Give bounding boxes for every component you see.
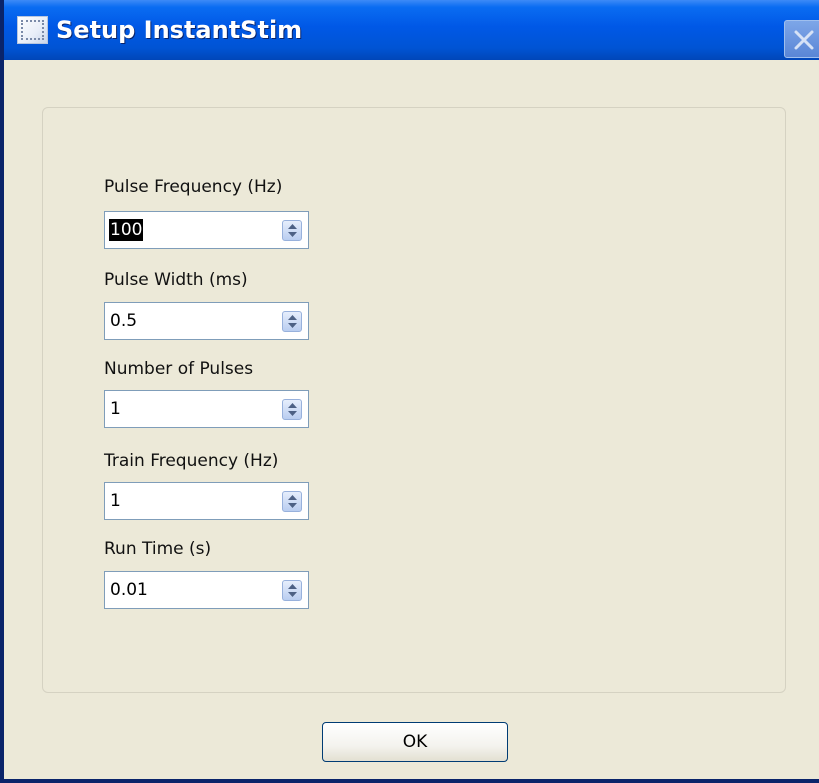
window-title: Setup InstantStim: [56, 16, 303, 44]
dialog-window: Setup InstantStim Pulse Frequency (Hz) 1…: [0, 0, 819, 783]
pulse-width-label: Pulse Width (ms): [104, 270, 248, 290]
run-time-value[interactable]: 0.01: [110, 572, 148, 608]
up-down-arrows-icon: [288, 584, 297, 597]
up-down-arrows-icon: [288, 495, 297, 508]
close-icon: [794, 30, 814, 50]
number-of-pulses-spinbox[interactable]: 1: [104, 390, 309, 428]
run-time-stepper[interactable]: [282, 580, 302, 601]
pulse-width-stepper[interactable]: [282, 311, 302, 332]
pulse-frequency-spinbox[interactable]: 100: [104, 211, 309, 249]
number-of-pulses-label: Number of Pulses: [104, 359, 254, 379]
up-down-arrows-icon: [288, 315, 297, 328]
app-window-icon: [17, 16, 48, 44]
train-frequency-spinbox[interactable]: 1: [104, 482, 309, 520]
run-time-label: Run Time (s): [104, 539, 212, 559]
pulse-frequency-value[interactable]: 100: [109, 219, 144, 241]
train-frequency-stepper[interactable]: [282, 491, 302, 512]
train-frequency-value[interactable]: 1: [110, 483, 121, 519]
pulse-width-spinbox[interactable]: 0.5: [104, 302, 309, 340]
pulse-width-value[interactable]: 0.5: [110, 303, 137, 339]
train-frequency-label: Train Frequency (Hz): [104, 451, 279, 471]
number-of-pulses-stepper[interactable]: [282, 399, 302, 420]
run-time-spinbox[interactable]: 0.01: [104, 571, 309, 609]
up-down-arrows-icon: [288, 224, 297, 237]
up-down-arrows-icon: [288, 403, 297, 416]
close-button[interactable]: [784, 20, 819, 58]
pulse-frequency-stepper[interactable]: [282, 220, 302, 241]
number-of-pulses-value[interactable]: 1: [110, 391, 121, 427]
title-bar[interactable]: Setup InstantStim: [4, 0, 819, 60]
pulse-frequency-label: Pulse Frequency (Hz): [104, 177, 283, 197]
ok-button[interactable]: OK: [322, 722, 508, 762]
